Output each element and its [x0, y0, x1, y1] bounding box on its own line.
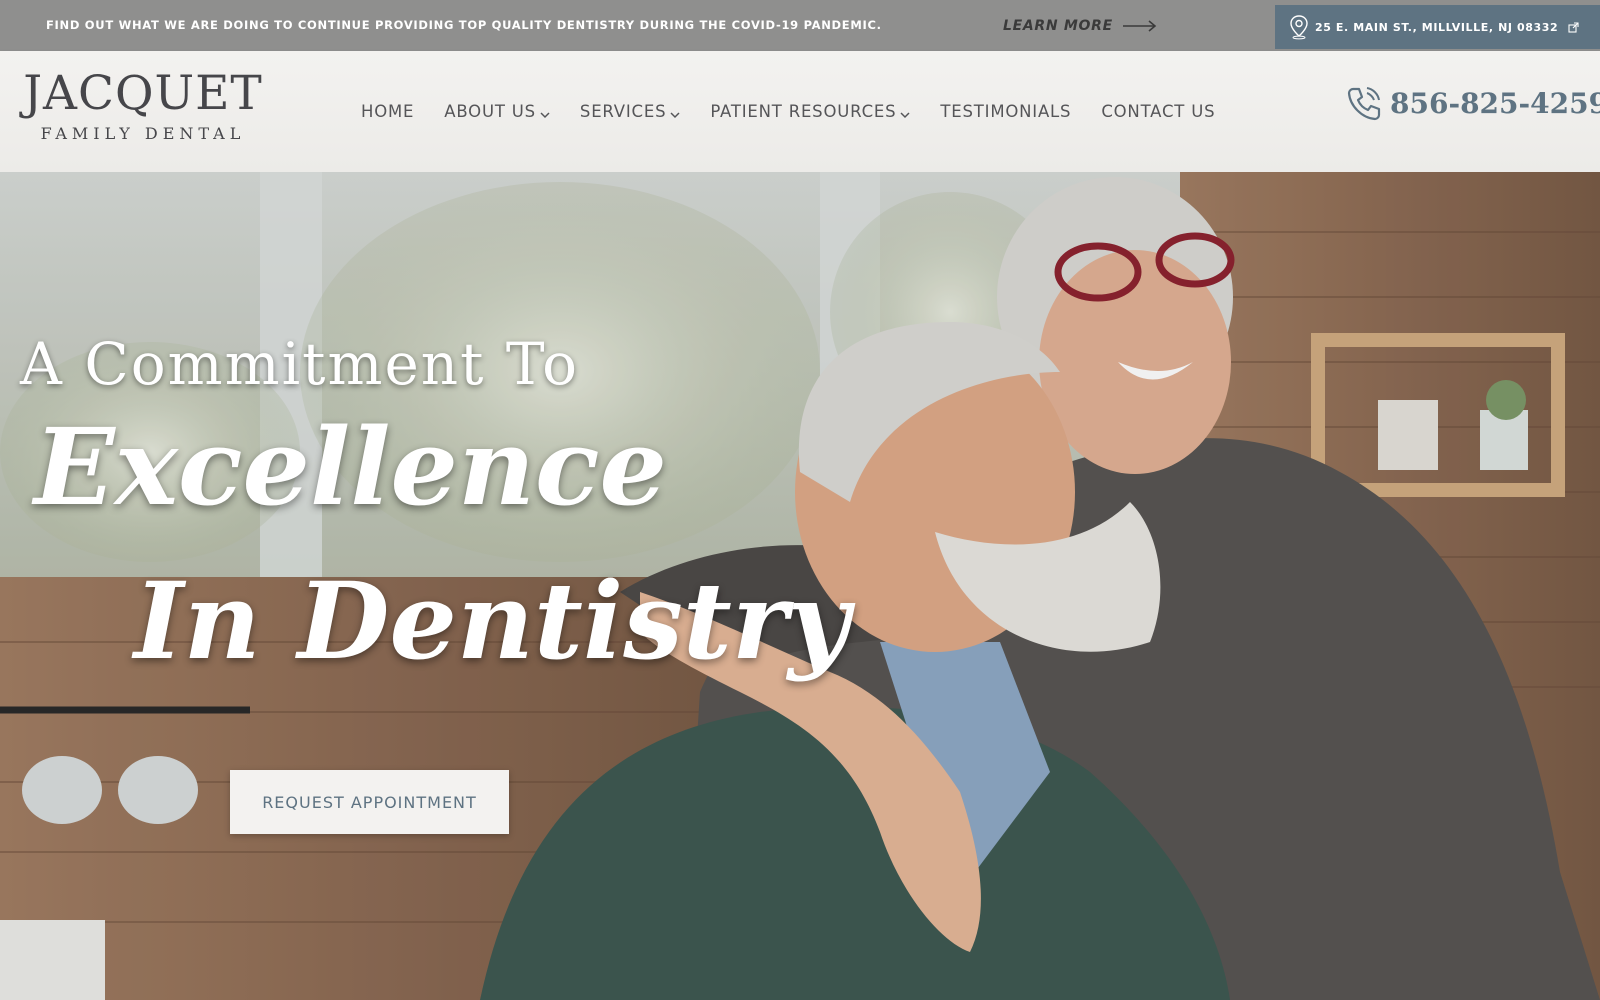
request-appointment-button[interactable]: REQUEST APPOINTMENT [230, 770, 509, 834]
nav-item-label: CONTACT US [1101, 102, 1216, 121]
logo-tagline: FAMILY DENTAL [40, 124, 246, 143]
announcement-bar: FIND OUT WHAT WE ARE DOING TO CONTINUE P… [0, 0, 1600, 51]
site-header: JACQUET FAMILY DENTAL HOME ABOUT US SERV… [0, 51, 1600, 172]
hero-section: A Commitment To Excellence In Dentistry … [0, 172, 1600, 1000]
nav-item-about-us[interactable]: ABOUT US [444, 102, 550, 121]
address-text: 25 E. MAIN ST., MILLVILLE, NJ 08332 [1315, 20, 1559, 34]
logo-wordmark: JACQUET [23, 66, 263, 121]
covid-notice-text: FIND OUT WHAT WE ARE DOING TO CONTINUE P… [46, 18, 882, 32]
nav-item-label: TESTIMONIALS [940, 102, 1072, 121]
nav-item-testimonials[interactable]: TESTIMONIALS [940, 102, 1071, 121]
nav-item-contact-us[interactable]: CONTACT US [1101, 102, 1215, 121]
chevron-down-icon [540, 112, 550, 119]
phone-link[interactable]: 856-825-4259 [1344, 81, 1600, 125]
chevron-down-icon [670, 112, 680, 119]
nav-item-home[interactable]: HOME [361, 102, 414, 121]
main-nav: HOME ABOUT US SERVICES PATIENT RESOURCES… [361, 51, 1215, 172]
arrow-right-icon [1122, 19, 1157, 32]
learn-more-label: LEARN MORE [1003, 17, 1113, 34]
nav-item-label: ABOUT US [444, 102, 536, 121]
hero-heading-line2: Excellence [34, 404, 667, 529]
nav-item-label: SERVICES [579, 102, 667, 121]
phone-icon [1344, 83, 1384, 123]
external-link-icon [1568, 21, 1579, 33]
logo[interactable]: JACQUET FAMILY DENTAL [20, 67, 266, 147]
map-pin-icon [1289, 14, 1309, 40]
nav-item-label: PATIENT RESOURCES [710, 102, 897, 121]
learn-more-link[interactable]: LEARN MORE [1003, 0, 1157, 51]
nav-item-patient-resources[interactable]: PATIENT RESOURCES [710, 102, 910, 121]
nav-item-label: HOME [361, 102, 415, 121]
chevron-down-icon [900, 112, 910, 119]
hero-heading-line3: In Dentistry [134, 558, 850, 683]
phone-number: 856-825-4259 [1390, 86, 1600, 120]
address-link[interactable]: 25 E. MAIN ST., MILLVILLE, NJ 08332 [1275, 5, 1600, 49]
nav-item-services[interactable]: SERVICES [580, 102, 680, 121]
hero-heading-line1: A Commitment To [20, 330, 579, 398]
